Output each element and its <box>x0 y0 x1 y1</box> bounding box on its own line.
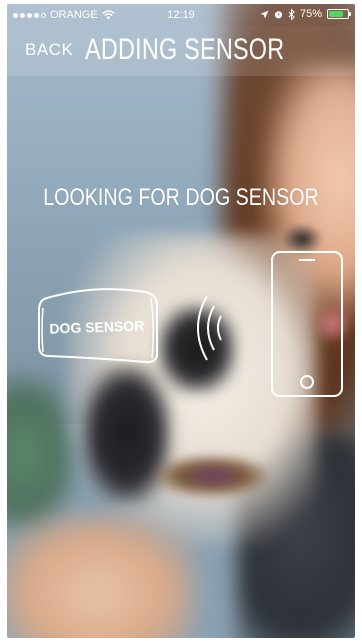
page-title: ADDING SENSOR <box>85 33 285 66</box>
dog-sensor-icon: DOG SENSOR <box>38 288 158 364</box>
app-frame: ORANGE 12:19 75% BACK ADDING SENSOR LOOK… <box>0 0 362 642</box>
status-bar: ORANGE 12:19 75% <box>7 4 355 26</box>
alarm-icon <box>274 10 283 18</box>
bluetooth-icon <box>288 8 295 20</box>
sensor-label: DOG SENSOR <box>49 317 144 336</box>
back-button[interactable]: BACK <box>25 40 73 60</box>
location-icon <box>260 10 269 18</box>
battery-percent: 75% <box>299 8 322 20</box>
phone-icon <box>271 251 343 397</box>
pairing-illustration: DOG SENSOR <box>7 244 355 404</box>
search-status-text: LOOKING FOR DOG SENSOR <box>43 184 319 211</box>
navigation-bar: BACK ADDING SENSOR <box>7 26 355 76</box>
battery-icon <box>327 9 351 19</box>
phone-screen: ORANGE 12:19 75% BACK ADDING SENSOR LOOK… <box>7 4 355 638</box>
signal-waves-icon <box>197 295 222 361</box>
